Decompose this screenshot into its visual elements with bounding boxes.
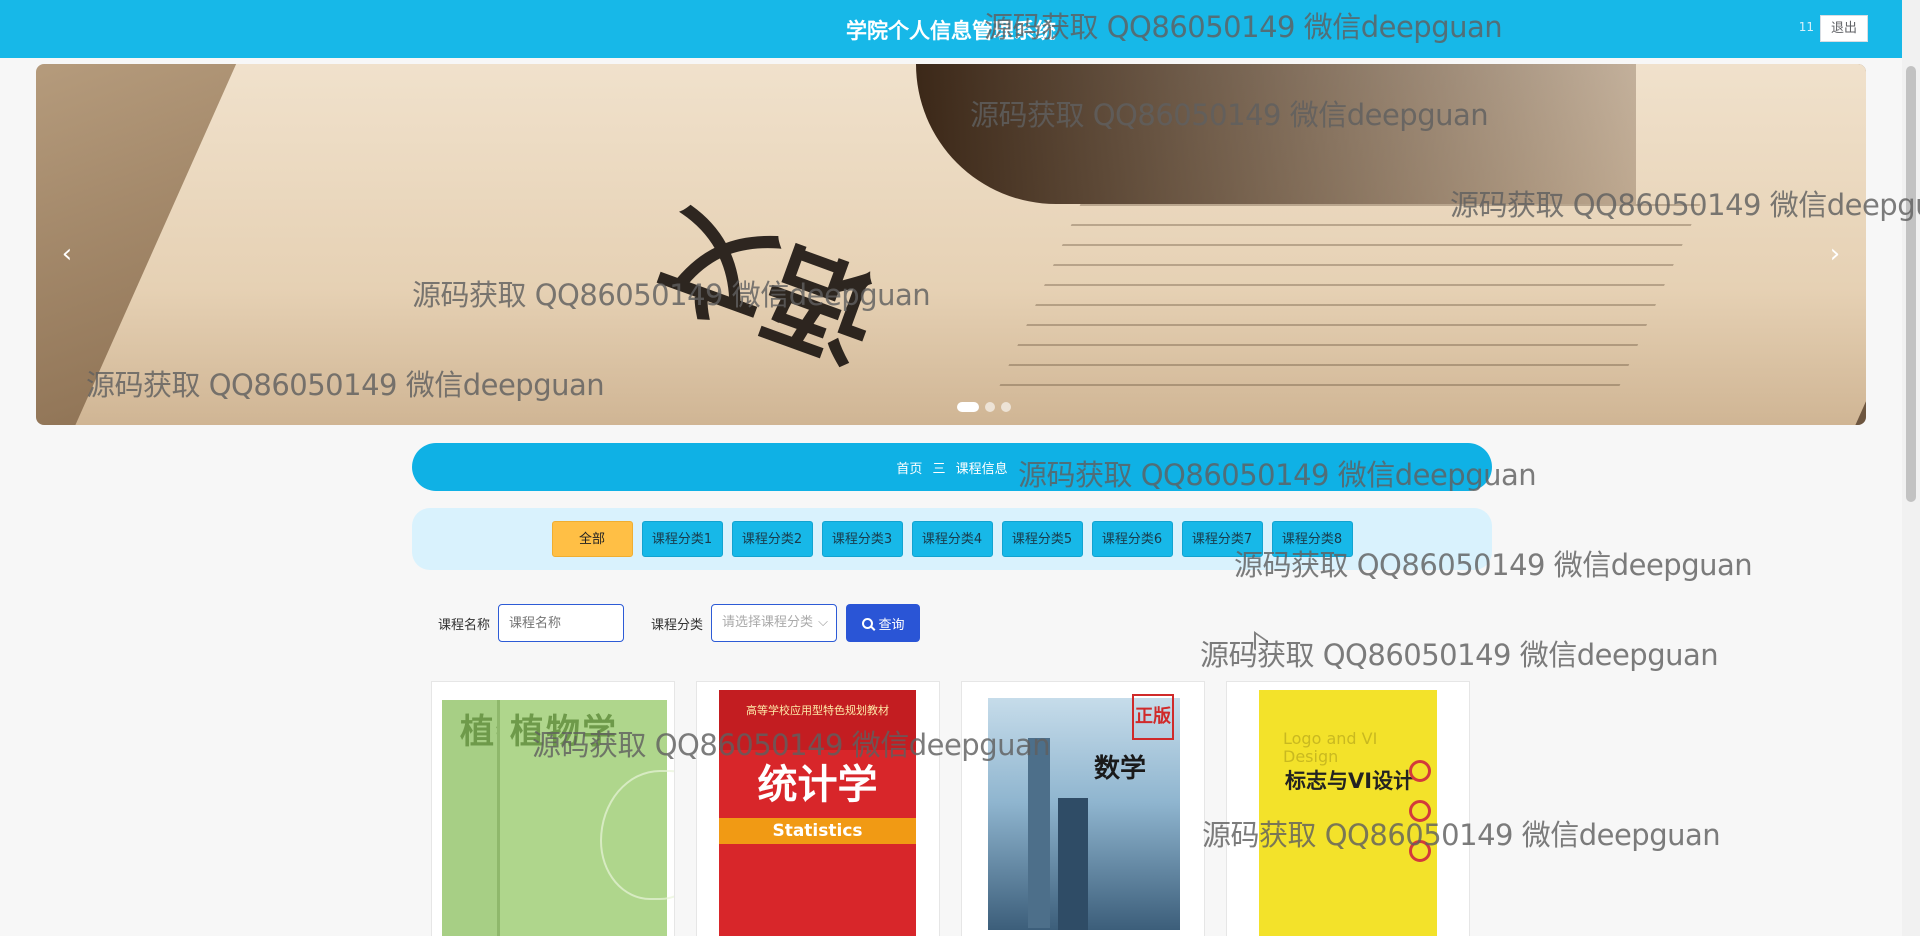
cover-header: 高等学校应用型特色规划教材 <box>746 704 889 717</box>
carousel-indicators <box>957 402 1011 412</box>
category-6-button[interactable]: 课程分类6 <box>1091 521 1173 557</box>
course-card-list: 植物学 植物学 高等学校应用型特色规划教材 统计学 Statistics 数学 … <box>431 681 1470 936</box>
building-graphic <box>1058 798 1088 930</box>
seal-graphic <box>1409 800 1431 822</box>
cover-title: 统计学 <box>757 762 878 808</box>
building-graphic <box>1028 738 1050 928</box>
category-filter: 全部 课程分类1 课程分类2 课程分类3 课程分类4 课程分类5 课程分类6 课… <box>412 508 1492 570</box>
carousel-dot[interactable] <box>1001 402 1011 412</box>
app-title: 学院个人信息管理系统 <box>846 19 1056 43</box>
category-3-button[interactable]: 课程分类3 <box>821 521 903 557</box>
cover-subtitle: Statistics <box>719 818 916 844</box>
top-bar: 学院个人信息管理系统 11 退出 <box>0 0 1902 58</box>
category-all-button[interactable]: 全部 <box>551 521 633 557</box>
course-card[interactable]: 植物学 植物学 <box>431 681 675 936</box>
course-cover-image[interactable]: Logo and VI Design 标志与VI设计 <box>1259 690 1437 936</box>
carousel-prev-icon[interactable]: ‹ <box>52 234 82 274</box>
banner-text-lines <box>991 204 1701 404</box>
category-8-button[interactable]: 课程分类8 <box>1271 521 1353 557</box>
mouse-cursor-icon <box>1254 631 1268 659</box>
carousel-dot[interactable] <box>985 402 995 412</box>
cover-title: 标志与VI设计 <box>1285 769 1415 793</box>
cover-title: 数学 <box>1094 754 1147 784</box>
category-4-button[interactable]: 课程分类4 <box>911 521 993 557</box>
search-button-label: 查询 <box>878 617 905 633</box>
logout-button[interactable]: 退出 <box>1820 15 1868 42</box>
leaf-graphic <box>600 770 674 900</box>
search-button[interactable]: 查询 <box>846 604 921 642</box>
chevron-down-icon: ⌵ <box>818 615 829 630</box>
scrollbar-thumb[interactable] <box>1906 66 1916 502</box>
banner-carousel: 语文 ‹ › <box>36 64 1866 425</box>
cover-title-2: 植物学 <box>510 712 618 752</box>
search-icon <box>861 617 873 629</box>
user-name: 11 <box>1798 20 1814 34</box>
breadcrumb: 首页 三 课程信息 <box>412 443 1492 491</box>
category-7-button[interactable]: 课程分类7 <box>1181 521 1263 557</box>
page-scrollbar[interactable] <box>1902 0 1920 936</box>
course-name-input[interactable] <box>498 604 625 642</box>
course-category-placeholder: 请选择课程分类 <box>722 615 814 630</box>
category-2-button[interactable]: 课程分类2 <box>731 521 813 557</box>
course-cover-image[interactable]: 高等学校应用型特色规划教材 统计学 Statistics <box>719 690 916 936</box>
course-card[interactable]: 数学 正版 <box>961 681 1205 936</box>
watermark-text: 源码获取 QQ86050149 微信deepguan <box>1200 638 1719 672</box>
course-category-label: 课程分类 <box>651 617 704 633</box>
banner-shadow <box>916 64 1636 204</box>
category-5-button[interactable]: 课程分类5 <box>1001 521 1083 557</box>
course-name-label: 课程名称 <box>438 617 491 633</box>
course-card[interactable]: Logo and VI Design 标志与VI设计 <box>1226 681 1470 936</box>
breadcrumb-separator-icon: 三 <box>932 462 946 477</box>
breadcrumb-home[interactable]: 首页 <box>896 462 922 477</box>
carousel-dot[interactable] <box>957 402 979 412</box>
seal-graphic <box>1409 840 1431 862</box>
carousel-next-icon[interactable]: › <box>1820 234 1850 274</box>
course-card[interactable]: 高等学校应用型特色规划教材 统计学 Statistics <box>696 681 940 936</box>
course-category-select[interactable]: 请选择课程分类 ⌵ <box>711 604 838 642</box>
course-cover-image[interactable]: 植物学 植物学 <box>442 700 674 936</box>
course-cover-image[interactable]: 数学 正版 <box>988 694 1180 930</box>
category-1-button[interactable]: 课程分类1 <box>641 521 723 557</box>
breadcrumb-current: 课程信息 <box>955 462 1008 477</box>
search-bar: 课程名称 课程分类 请选择课程分类 ⌵ 查询 <box>438 604 921 642</box>
cover-stamp: 正版 <box>1132 694 1174 740</box>
seal-graphic <box>1409 760 1431 782</box>
